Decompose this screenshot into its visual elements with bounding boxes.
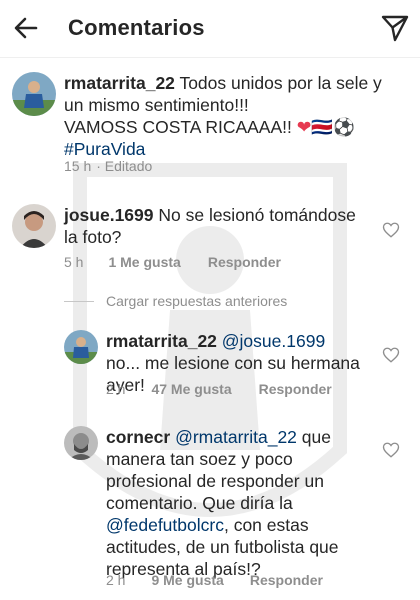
avatar[interactable] — [12, 72, 56, 116]
reply-username[interactable]: cornecr — [106, 427, 170, 447]
mention-link-2[interactable]: @fedefutbolcrc — [106, 515, 224, 535]
caption-emojis: ❤🇨🇷⚽ — [296, 117, 355, 137]
caption-edited: · Editado — [96, 158, 153, 174]
page-title: Comentarios — [68, 15, 205, 40]
likes-count[interactable]: 9 Me gusta — [151, 572, 223, 588]
header-bar: Comentarios — [0, 0, 420, 58]
divider-line — [64, 300, 94, 302]
likes-count[interactable]: 47 Me gusta — [151, 381, 231, 397]
avatar[interactable] — [12, 204, 56, 248]
hashtag-link[interactable]: #PuraVida — [64, 139, 145, 159]
reply-username[interactable]: rmatarrita_22 — [106, 331, 217, 351]
reply-time: 2 h — [106, 381, 126, 397]
mention-link[interactable]: @josue.1699 — [222, 331, 325, 351]
reply-time: 2 h — [106, 572, 126, 588]
heart-icon[interactable] — [382, 441, 400, 459]
load-previous-replies[interactable]: Cargar respuestas anteriores — [64, 293, 287, 309]
caption-text-2: VAMOSS COSTA RICAAAA!! — [64, 117, 297, 137]
heart-icon[interactable] — [382, 221, 400, 239]
mention-link[interactable]: @rmatarrita_22 — [175, 427, 297, 447]
load-previous-label: Cargar respuestas anteriores — [106, 293, 288, 309]
avatar[interactable] — [64, 426, 98, 460]
likes-count[interactable]: 1 Me gusta — [108, 254, 180, 270]
reply-button[interactable]: Responder — [259, 381, 332, 397]
arrow-left-icon[interactable] — [12, 14, 40, 42]
comment-time: 5 h — [64, 254, 84, 270]
reply-button[interactable]: Responder — [250, 572, 323, 588]
paper-plane-icon[interactable] — [380, 13, 410, 43]
comment-username[interactable]: josue.1699 — [64, 205, 154, 225]
caption-username[interactable]: rmatarrita_22 — [64, 73, 175, 93]
reply-button[interactable]: Responder — [208, 254, 281, 270]
heart-icon[interactable] — [382, 346, 400, 364]
caption-time: 15 h — [64, 158, 92, 174]
avatar[interactable] — [64, 330, 98, 364]
